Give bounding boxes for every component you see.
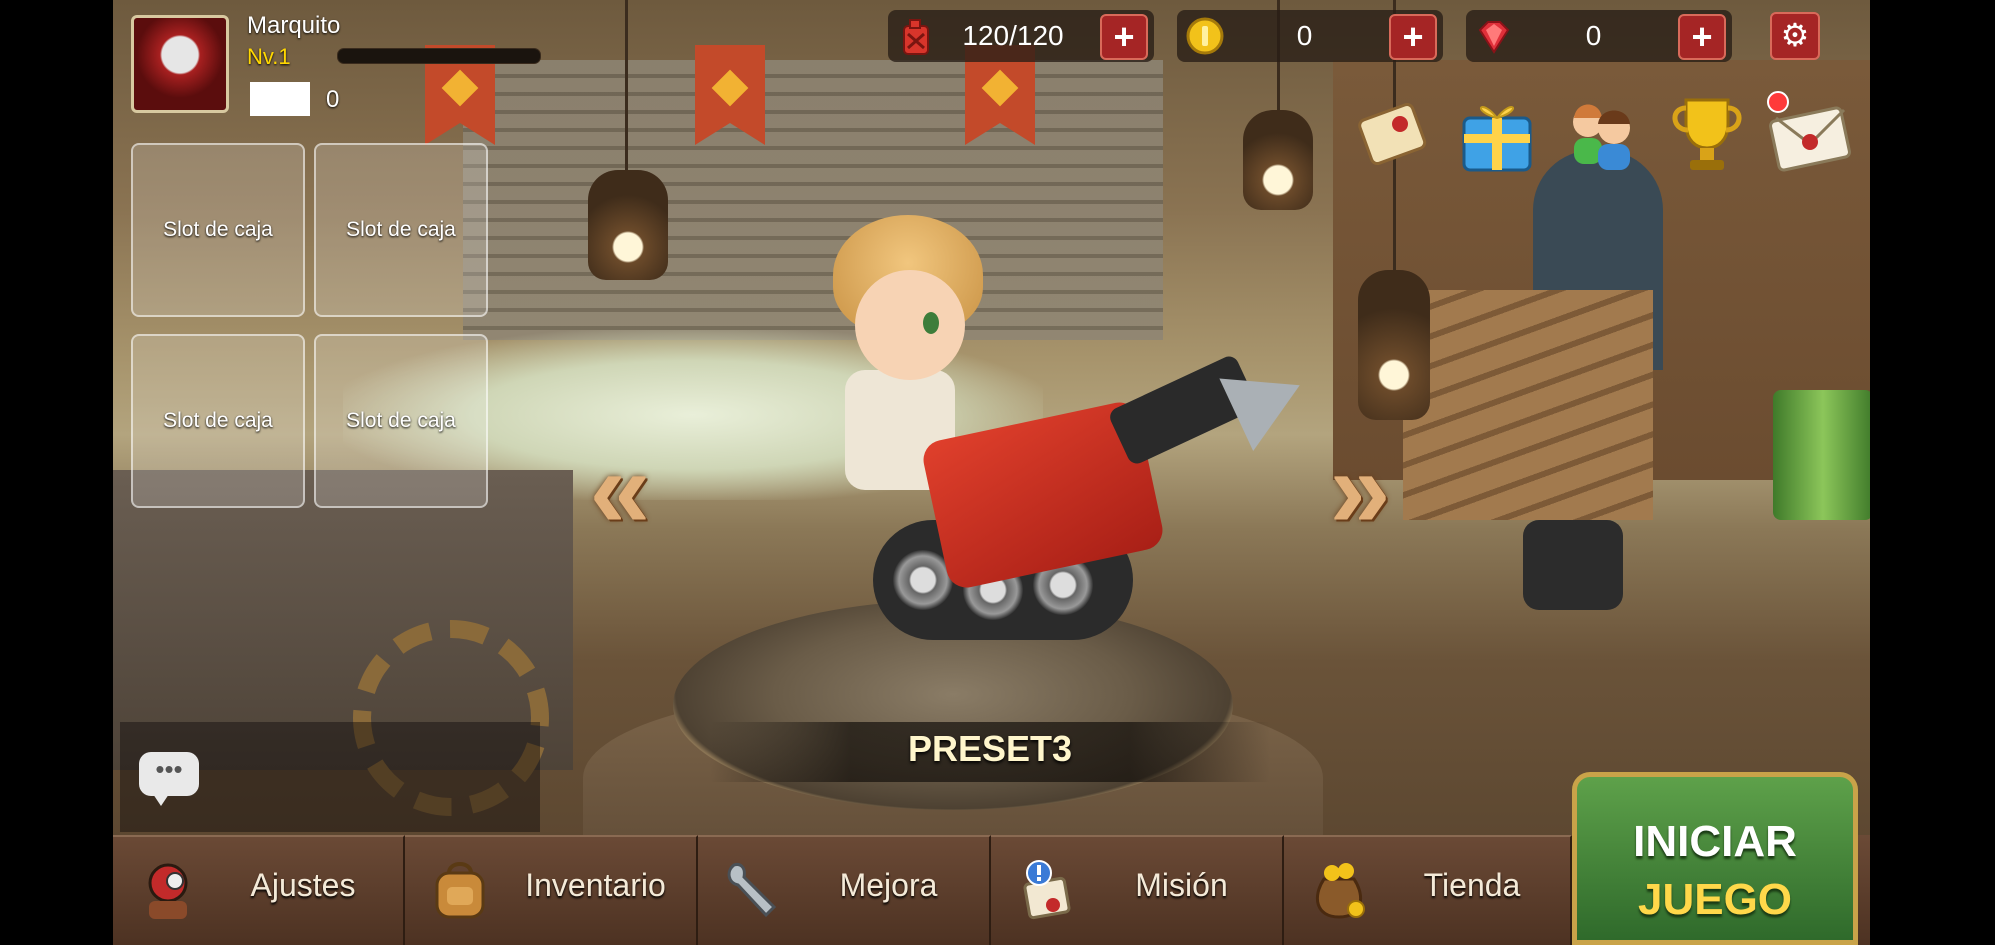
gift-box-icon[interactable] xyxy=(1452,88,1542,178)
pilot-eye xyxy=(923,312,939,334)
add-fuel-button[interactable]: + xyxy=(1100,14,1148,60)
player-name: Marquito xyxy=(247,12,341,39)
garage-shutter xyxy=(463,60,1163,340)
lamp-rope xyxy=(625,0,628,170)
trophy-icon[interactable] xyxy=(1662,88,1752,178)
gold-value: 0 xyxy=(1296,20,1313,51)
gold-coin-icon xyxy=(1186,17,1224,55)
gold-counter: 0 + xyxy=(1177,10,1443,62)
box-slot-1[interactable]: Slot de caja xyxy=(131,143,305,317)
box-slot-label: Slot de caja xyxy=(346,409,456,432)
nav-ajustes[interactable]: Ajustes xyxy=(113,835,405,945)
next-preset-arrow[interactable]: » xyxy=(1320,435,1400,550)
nav-mejora[interactable]: Mejora xyxy=(698,835,991,945)
nav-label: Misión xyxy=(1135,867,1228,903)
box-slot-4[interactable]: Slot de caja xyxy=(314,334,488,508)
hanging-lamp xyxy=(1358,270,1430,420)
nav-label: Ajustes xyxy=(250,867,356,903)
box-slot-2[interactable]: Slot de caja xyxy=(314,143,488,317)
add-gems-button[interactable]: + xyxy=(1678,14,1726,60)
gem-counter: 0 + xyxy=(1466,10,1732,62)
nav-mision[interactable]: Misión xyxy=(991,835,1284,945)
xp-bar xyxy=(337,48,541,64)
box-icon-placeholder xyxy=(250,82,310,116)
player-level: Nv.1 xyxy=(247,44,291,69)
settings-gear-button[interactable]: ⚙ xyxy=(1770,12,1820,60)
chat-bubble-button[interactable]: ••• xyxy=(139,752,199,806)
previous-preset-arrow[interactable]: « xyxy=(580,435,660,550)
gear-icon: ⚙ xyxy=(1780,17,1810,53)
fuel-counter: 120/120 + xyxy=(888,10,1154,62)
nav-tienda[interactable]: Tienda xyxy=(1284,835,1572,945)
preset-label: PRESET3 xyxy=(907,728,1073,769)
box-slot-label: Slot de caja xyxy=(163,218,273,241)
box-slot-3[interactable]: Slot de caja xyxy=(131,334,305,508)
nav-inventario[interactable]: Inventario xyxy=(405,835,698,945)
stairs xyxy=(1403,290,1653,520)
gem-value: 0 xyxy=(1585,20,1602,51)
start-game-button[interactable]: INICIAR JUEGO xyxy=(1572,772,1858,945)
nav-label: Mejora xyxy=(839,867,938,903)
chat-bubble-icon: ••• xyxy=(155,754,183,784)
box-slot-label: Slot de caja xyxy=(346,218,456,241)
hanging-lamp xyxy=(588,170,668,280)
fuel-can-icon xyxy=(903,19,929,55)
start-button-line1: INICIAR xyxy=(1633,817,1797,866)
nav-label: Inventario xyxy=(525,867,666,903)
tire-stack xyxy=(1523,520,1623,610)
ruby-gem-icon xyxy=(1478,21,1510,54)
fuel-value: 120/120 xyxy=(962,20,1064,51)
green-barrels xyxy=(1773,390,1870,520)
scroll-icon[interactable] xyxy=(1350,88,1440,178)
start-button-line2: JUEGO xyxy=(1637,875,1793,924)
hanging-lamp xyxy=(1243,110,1313,210)
add-gold-button[interactable]: + xyxy=(1389,14,1437,60)
nav-label: Tienda xyxy=(1423,867,1521,903)
box-slot-label: Slot de caja xyxy=(163,409,273,432)
pilot-face xyxy=(855,270,965,380)
friends-icon[interactable] xyxy=(1558,88,1648,178)
mail-icon[interactable] xyxy=(1764,88,1854,178)
player-avatar[interactable] xyxy=(131,15,229,113)
box-count: 0 xyxy=(326,86,340,113)
